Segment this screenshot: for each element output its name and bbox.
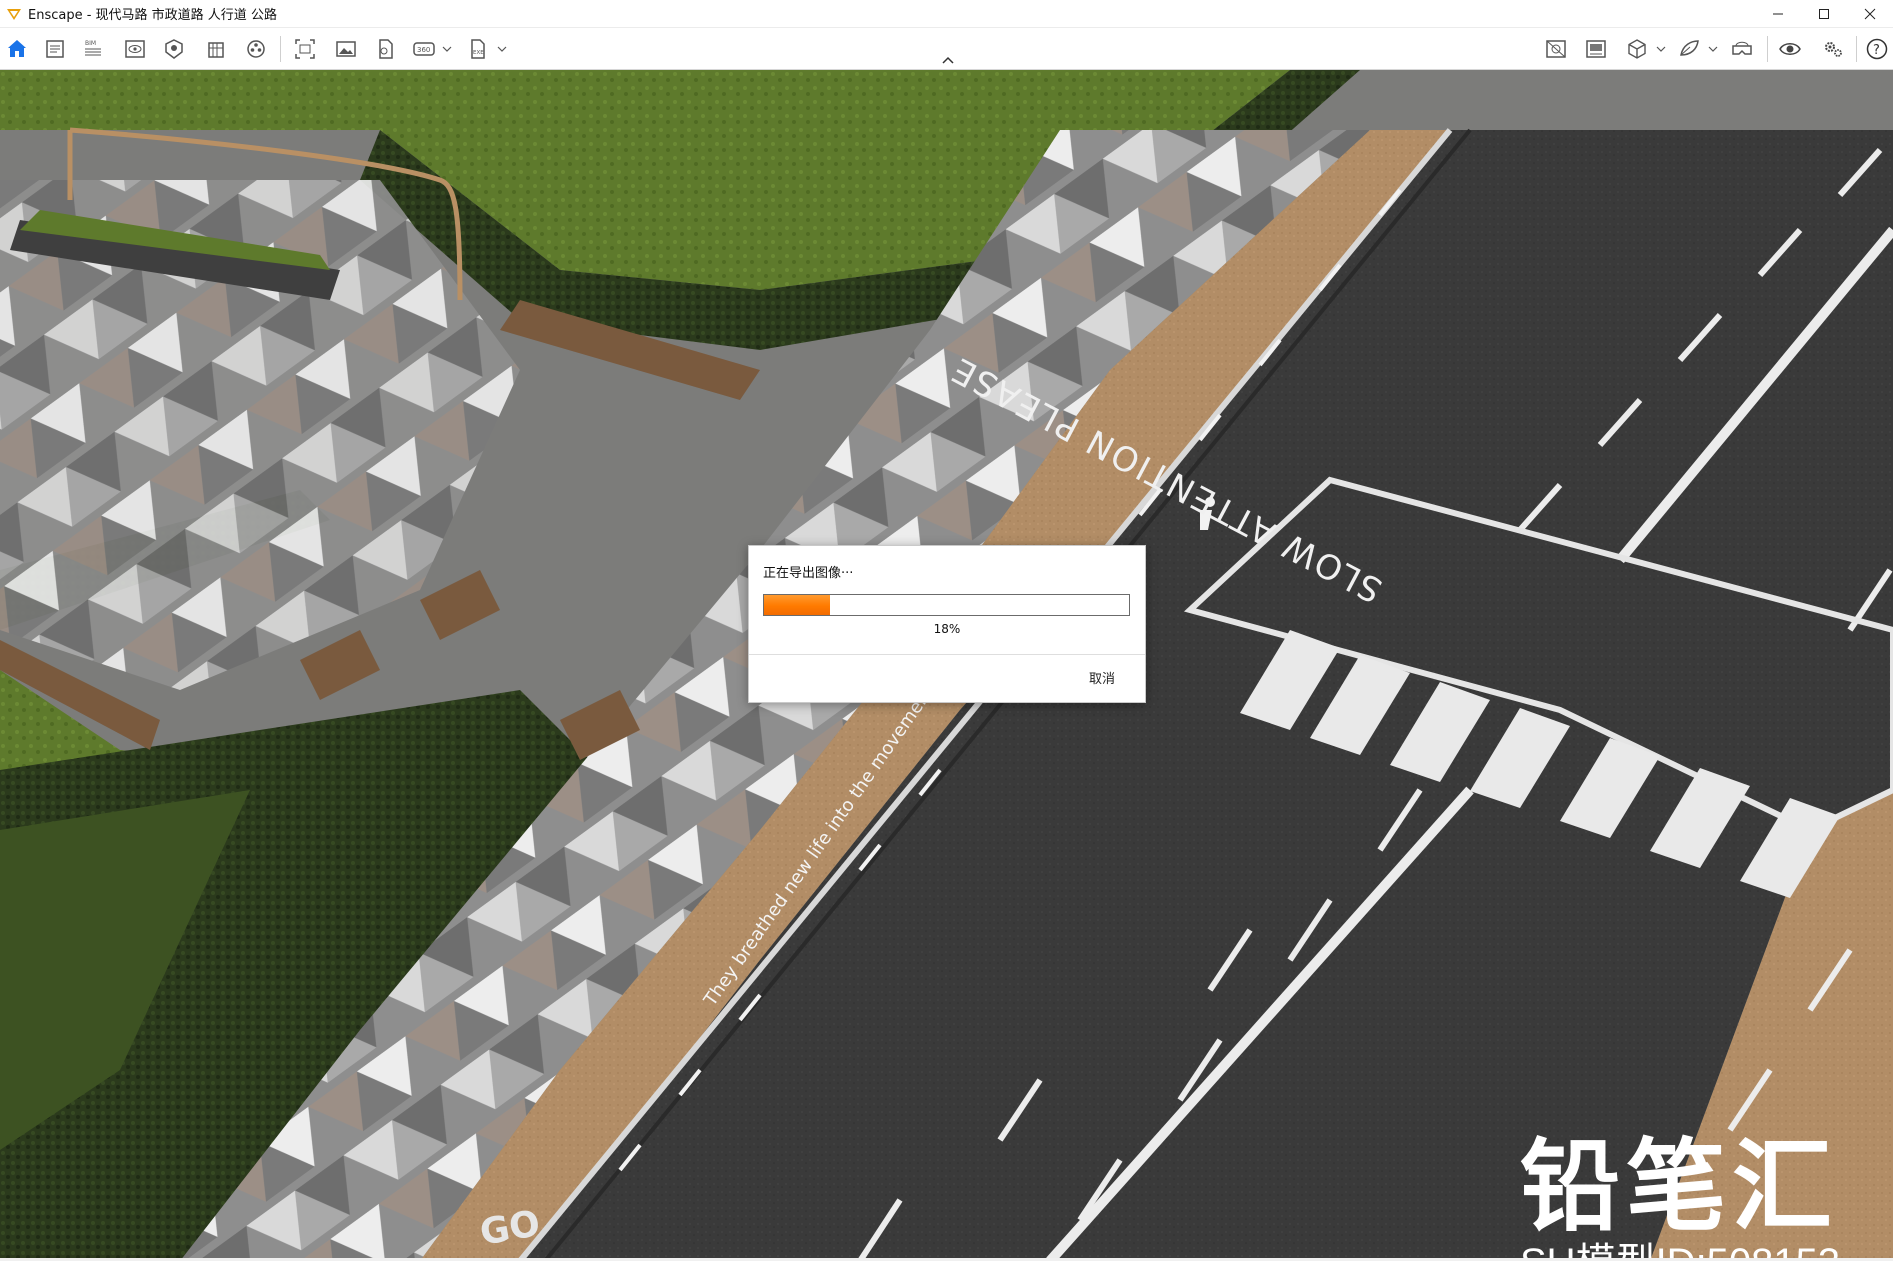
collapse-toolbar-icon[interactable] — [940, 54, 956, 66]
atmosphere-button[interactable] — [161, 36, 187, 62]
dialog-title: 正在导出图像··· — [763, 566, 854, 581]
svg-text:360: 360 — [417, 46, 430, 54]
close-button[interactable] — [1847, 0, 1893, 28]
asset-library-button[interactable] — [243, 36, 269, 62]
toolbar-separator — [280, 36, 281, 62]
minimize-icon — [1773, 13, 1783, 15]
capture-panel-icon — [1586, 40, 1606, 58]
close-icon — [1864, 8, 1876, 20]
title-bar: Enscape - 现代马路 市政道路 人行道 公路 — [0, 0, 1893, 28]
maximize-icon — [1819, 9, 1829, 19]
progress-fill — [764, 595, 830, 615]
asset-library-icon — [247, 40, 265, 58]
settings-button[interactable] — [1820, 36, 1846, 62]
bim-button[interactable]: BIM — [80, 36, 106, 62]
chevron-down-icon[interactable] — [1707, 42, 1719, 56]
visual-settings-icon — [1546, 40, 1566, 58]
panorama-360-button[interactable]: 360 — [411, 36, 437, 62]
maximize-button[interactable] — [1801, 0, 1847, 28]
cancel-button[interactable]: 取消 — [1089, 668, 1115, 687]
progress-percent-label: 18% — [933, 622, 961, 636]
capture-button[interactable] — [292, 36, 318, 62]
svg-text:?: ? — [1873, 43, 1880, 58]
capture-panel-button[interactable] — [1583, 36, 1609, 62]
bim-icon: BIM — [85, 40, 101, 56]
vr-headset-icon — [1732, 41, 1752, 55]
export-progress-bar — [763, 594, 1130, 616]
help-icon: ? — [1866, 38, 1888, 60]
image-button[interactable] — [333, 36, 359, 62]
material-editor-button[interactable] — [1676, 36, 1702, 62]
enscape-window: Enscape - 现代马路 市政道路 人行道 公路 BIM 360 EXE ?… — [0, 0, 1893, 1261]
window-title: Enscape - 现代马路 市政道路 人行道 公路 — [28, 8, 277, 23]
dialog-divider — [749, 654, 1145, 655]
document-icon — [46, 40, 64, 58]
video-editor-icon — [379, 39, 393, 59]
toolbar-separator — [1767, 36, 1768, 62]
window-controls — [1755, 0, 1893, 28]
video-editor-button[interactable] — [372, 36, 398, 62]
export-progress-dialog: 正在导出图像··· 18% 取消 — [748, 545, 1146, 703]
chevron-down-icon[interactable] — [441, 42, 453, 56]
visual-settings-button[interactable] — [1543, 36, 1569, 62]
export-exe-icon: EXE — [471, 39, 485, 59]
cube-icon — [1628, 39, 1646, 59]
watermark-model-id: SU模型ID:508153 — [1520, 1230, 1840, 1261]
eye-icon — [1779, 43, 1801, 55]
view-button[interactable] — [122, 36, 148, 62]
toolbar-separator — [1856, 36, 1857, 62]
chevron-down-icon[interactable] — [1655, 42, 1667, 56]
material-editor-icon — [1680, 40, 1699, 56]
svg-text:BIM: BIM — [85, 40, 96, 47]
document-button[interactable] — [42, 36, 68, 62]
vr-headset-button[interactable] — [1729, 36, 1755, 62]
svg-text:EXE: EXE — [473, 50, 484, 56]
home-button[interactable] — [4, 36, 30, 62]
building-icon — [208, 42, 224, 58]
export-exe-button[interactable]: EXE — [465, 36, 491, 62]
view-icon — [125, 40, 145, 58]
help-button[interactable]: ? — [1864, 36, 1890, 62]
cube-button[interactable] — [1624, 36, 1650, 62]
capture-icon — [295, 39, 315, 59]
eye-button[interactable] — [1777, 36, 1803, 62]
home-icon — [8, 40, 26, 57]
panorama-360-icon: 360 — [413, 42, 435, 56]
chevron-down-icon[interactable] — [496, 42, 508, 56]
minimize-button[interactable] — [1755, 0, 1801, 28]
image-icon — [336, 41, 356, 57]
building-button[interactable] — [203, 36, 229, 62]
enscape-logo-icon — [7, 8, 21, 20]
atmosphere-icon — [165, 39, 183, 59]
watermark-title: 铅笔汇 — [1520, 1128, 1838, 1245]
settings-icon — [1825, 42, 1842, 57]
